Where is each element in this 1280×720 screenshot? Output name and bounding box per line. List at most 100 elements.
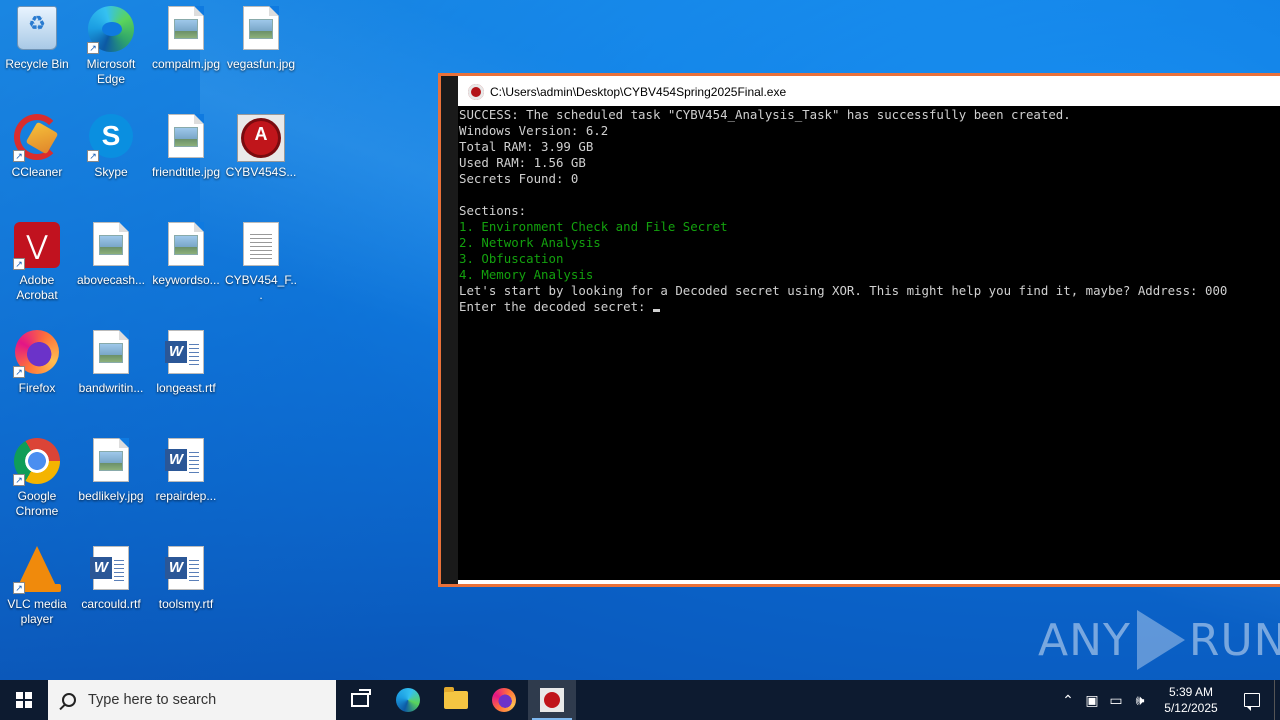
vlc-icon: ↗ [13, 546, 61, 594]
word-file-icon: W [162, 546, 210, 594]
text-cursor [652, 309, 660, 312]
console-line: SUCCESS: The scheduled task "CYBV454_Ana… [459, 107, 1071, 122]
desktop-icon[interactable]: ↗ Google Chrome [0, 432, 74, 519]
word-file-icon: W [162, 330, 210, 378]
desktop-icon-label: Microsoft Edge [86, 57, 136, 86]
desktop-icon-label: bandwritin... [78, 381, 144, 395]
desktop-icon-label: Adobe Acrobat [16, 273, 58, 302]
console-line: Used RAM: 1.56 GB [459, 155, 586, 170]
desktop-icon[interactable]: S ↗ Skype [74, 108, 148, 180]
start-button[interactable] [0, 680, 48, 720]
desktop-icon[interactable]: ♻ Recycle Bin [0, 0, 74, 72]
image-file-icon [87, 438, 135, 486]
console-line: Windows Version: 6.2 [459, 123, 609, 138]
desktop-icon-label: VLC media player [7, 597, 67, 626]
desktop-icon-label: longeast.rtf [156, 381, 216, 395]
image-file-icon [237, 6, 285, 54]
anyrun-watermark: ANY RUN [1038, 608, 1280, 672]
text-file-icon [237, 222, 285, 270]
shortcut-arrow-icon: ↗ [13, 582, 25, 594]
search-icon [62, 693, 76, 707]
desktop-icon[interactable]: abovecash... [74, 216, 148, 288]
image-file-icon [87, 222, 135, 270]
taskbar-firefox-button[interactable] [480, 680, 528, 720]
clock-time: 5:39 AM [1168, 685, 1214, 699]
desktop-icon[interactable]: Wlongeast.rtf [149, 324, 223, 396]
desktop-icon[interactable]: compalm.jpg [149, 0, 223, 72]
word-file-icon: W [162, 438, 210, 486]
console-input-line[interactable]: Enter the decoded secret: [459, 299, 1280, 315]
image-file-icon [87, 330, 135, 378]
network-icon[interactable]: ▭ [1104, 680, 1128, 720]
desktop-icon-label: friendtitle.jpg [151, 165, 221, 179]
console-output[interactable]: SUCCESS: The scheduled task "CYBV454_Ana… [458, 106, 1280, 580]
console-titlebar[interactable]: C:\Users\admin\Desktop\CYBV454Spring2025… [458, 80, 1280, 104]
taskbar-file-explorer-button[interactable] [432, 680, 480, 720]
shortcut-arrow-icon: ↗ [87, 150, 99, 162]
action-center-button[interactable] [1230, 680, 1274, 720]
ccleaner-icon: ↗ [13, 114, 61, 162]
clock-date: 5/12/2025 [1164, 701, 1218, 715]
meet-now-icon[interactable]: ▣ [1080, 680, 1104, 720]
taskbar-cybv454-button[interactable] [528, 680, 576, 720]
desktop-icon-label: CYBV454_F... [224, 273, 298, 302]
console-line: 4. Memory Analysis [459, 267, 594, 282]
task-view-button[interactable] [336, 680, 384, 720]
desktop-icon-label: CCleaner [11, 165, 63, 179]
notification-icon [1244, 693, 1260, 711]
desktop-icon[interactable]: bedlikely.jpg [74, 432, 148, 504]
shortcut-arrow-icon: ↗ [13, 474, 25, 486]
search-placeholder: Type here to search [88, 692, 217, 708]
word-file-icon: W [87, 546, 135, 594]
desktop-icon[interactable]: A CYBV454S... [224, 108, 298, 180]
desktop-icon[interactable]: vegasfun.jpg [224, 0, 298, 72]
console-prompt: Enter the decoded secret: [459, 299, 653, 314]
desktop-icon-label: keywordso... [152, 273, 220, 287]
recycle-bin-icon: ♻ [13, 6, 61, 54]
watermark-left-text: ANY [1038, 614, 1131, 666]
firefox-icon [492, 688, 516, 712]
console-line: Let's start by looking for a Decoded sec… [459, 283, 1228, 298]
shortcut-arrow-icon: ↗ [13, 258, 25, 270]
desktop-icon[interactable]: ⋁ ↗ Adobe Acrobat [0, 216, 74, 303]
desktop-icon[interactable]: Wtoolsmy.rtf [149, 540, 223, 612]
desktop-icon[interactable]: CYBV454_F... [224, 216, 298, 303]
image-file-icon [162, 114, 210, 162]
console-line: 2. Network Analysis [459, 235, 601, 250]
desktop-icon[interactable]: Wrepairdep... [149, 432, 223, 504]
firefox-icon: ↗ [13, 330, 61, 378]
console-window[interactable]: C:\Users\admin\Desktop\CYBV454Spring2025… [438, 73, 1280, 587]
desktop-icon[interactable]: ↗ VLC media player [0, 540, 74, 627]
show-desktop-button[interactable] [1274, 680, 1280, 720]
console-line: 1. Environment Check and File Secret [459, 219, 728, 234]
desktop-icon-label: abovecash... [76, 273, 146, 287]
desktop-icon-label: vegasfun.jpg [226, 57, 296, 71]
folder-icon [444, 687, 468, 709]
volume-icon[interactable]: 🕪 [1128, 680, 1152, 720]
desktop-icon[interactable]: bandwritin... [74, 324, 148, 396]
desktop-icon-label: bedlikely.jpg [78, 489, 144, 503]
desktop-icon-label: Skype [94, 165, 128, 179]
console-line: Sections: [459, 203, 527, 218]
desktop-icon[interactable]: Wcarcould.rtf [74, 540, 148, 612]
desktop-icon[interactable]: ↗ Microsoft Edge [74, 0, 148, 87]
task-view-icon [351, 689, 371, 707]
taskbar-search-box[interactable]: Type here to search [48, 680, 336, 720]
image-file-icon [162, 222, 210, 270]
skype-icon: S ↗ [87, 114, 135, 162]
chevron-up-icon[interactable]: ⌃ [1056, 680, 1080, 720]
desktop-icon[interactable]: keywordso... [149, 216, 223, 288]
shortcut-arrow-icon: ↗ [13, 150, 25, 162]
desktop-icon[interactable]: friendtitle.jpg [149, 108, 223, 180]
malware-app-icon: A [237, 114, 285, 162]
desktop-icon[interactable]: ↗ CCleaner [0, 108, 74, 180]
console-line: Secrets Found: 0 [459, 171, 579, 186]
image-file-icon [162, 6, 210, 54]
taskbar-clock[interactable]: 5:39 AM 5/12/2025 [1152, 684, 1230, 716]
taskbar-edge-button[interactable] [384, 680, 432, 720]
taskbar: Type here to search ⌃ ▣ ▭ 🕪 5:39 AM 5/12… [0, 680, 1280, 720]
desktop-icon-label: Recycle Bin [5, 57, 69, 71]
desktop-icon-label: carcould.rtf [81, 597, 141, 611]
desktop-icon[interactable]: ↗ Firefox [0, 324, 74, 396]
